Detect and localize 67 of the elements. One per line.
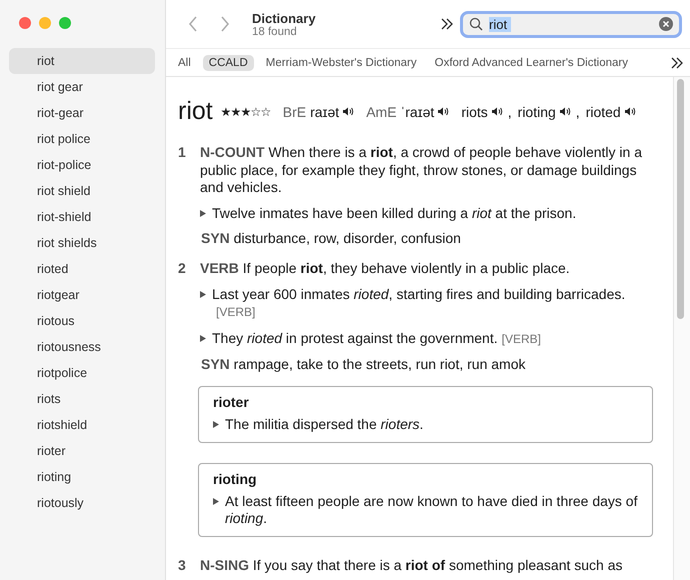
sidebar-item[interactable]: rioting	[9, 464, 155, 490]
example-sentence: Twelve inmates have been killed during a riot at the prison.	[212, 204, 576, 222]
definition: N-COUNT When there is a riot, a crowd of people behave violently in a public place, for example they fight, throw stones, or damage buildings and vehicles.	[200, 144, 643, 196]
source-tab[interactable]: Oxford Advanced Learner's Dictionary	[428, 54, 634, 70]
definition: N-SING If you say that there is a riot of something pleasant such as	[200, 556, 624, 574]
headword: riot	[178, 97, 213, 126]
frequency-stars: ★★★☆☆	[220, 104, 271, 118]
example-sentence: Last year 600 inmates rioted, starting fires and building barricades. [VERB]	[212, 286, 626, 321]
inflected-form: riots	[461, 104, 488, 120]
bullet-icon	[213, 421, 219, 428]
bullet-icon	[200, 210, 206, 216]
sidebar-item[interactable]: riot shields	[9, 230, 155, 256]
pronunciation: ˈraɪət	[400, 104, 434, 120]
sidebar-item[interactable]: riot-shield	[9, 204, 155, 230]
speaker-icon[interactable]	[560, 106, 571, 117]
bullet-icon	[200, 290, 206, 298]
example-sentence: At least fifteen people are now known to have died in three days of rioting.	[225, 492, 638, 528]
synonyms: SYN disturbance, row, disorder, confusion	[201, 230, 462, 246]
sidebar-item[interactable]: riotous	[9, 308, 155, 334]
definition: VERB If people riot, they behave violently in a public place.	[200, 260, 571, 278]
sidebar-item[interactable]: riot	[9, 48, 155, 74]
sidebar-item[interactable]: rioted	[9, 256, 155, 282]
separator: ,	[576, 104, 580, 120]
search-icon	[469, 17, 483, 31]
separator: ,	[508, 104, 512, 120]
sidebar-item[interactable]: riots	[9, 386, 155, 412]
sense-number: 2	[178, 260, 187, 278]
clear-icon[interactable]	[659, 17, 673, 31]
sidebar-item[interactable]: riotously	[9, 490, 155, 516]
sidebar-item[interactable]: riotpolice	[9, 360, 155, 386]
example-sentence: The militia dispersed the rioters.	[225, 416, 424, 434]
sidebar-item[interactable]: riotshield	[9, 412, 155, 438]
sidebar-item[interactable]: riot-gear	[9, 100, 155, 126]
inflected-form: rioted	[586, 104, 621, 120]
derived-word: rioter	[213, 394, 250, 410]
sidebar-item[interactable]: riot police	[9, 126, 155, 152]
synonyms: SYN rampage, take to the streets, run riot, run amok	[201, 356, 526, 372]
sidebar-item[interactable]: riot-police	[9, 152, 155, 178]
derived-word: rioting	[213, 470, 258, 486]
sense-number: 1	[178, 144, 187, 162]
bullet-icon	[200, 334, 206, 342]
example-sentence: They rioted in protest against the government. [VERB]	[212, 330, 541, 348]
source-tab[interactable]: All	[172, 54, 197, 70]
sidebar-item[interactable]: riot gear	[9, 74, 155, 100]
close-window-button[interactable]	[19, 17, 31, 29]
chevrons-icon[interactable]	[440, 17, 454, 31]
window-title: Dictionary	[252, 10, 317, 26]
chevrons-icon[interactable]	[670, 56, 684, 70]
sidebar-item[interactable]: riotousness	[9, 334, 155, 360]
region-label: BrE	[282, 104, 306, 120]
sidebar-item[interactable]: riotgear	[9, 282, 155, 308]
speaker-icon[interactable]	[343, 106, 354, 117]
speaker-icon[interactable]	[492, 106, 503, 117]
sidebar-item[interactable]: rioter	[9, 438, 155, 464]
bullet-icon	[213, 498, 219, 504]
inflected-form: rioting	[518, 104, 556, 120]
source-tab[interactable]: Merriam-Webster's Dictionary	[260, 54, 423, 70]
source-tab[interactable]: CCALD	[202, 54, 254, 70]
pronunciation: raɪət	[310, 104, 340, 120]
sense-number: 3	[178, 556, 187, 574]
region-label: AmE	[366, 104, 397, 120]
sidebar-item[interactable]: riot shield	[9, 178, 155, 204]
result-count: 18 found	[252, 26, 297, 38]
scrollbar-thumb[interactable]	[677, 79, 684, 319]
speaker-icon[interactable]	[624, 106, 636, 117]
speaker-icon[interactable]	[438, 106, 450, 117]
search-field[interactable]: riot	[460, 10, 682, 38]
